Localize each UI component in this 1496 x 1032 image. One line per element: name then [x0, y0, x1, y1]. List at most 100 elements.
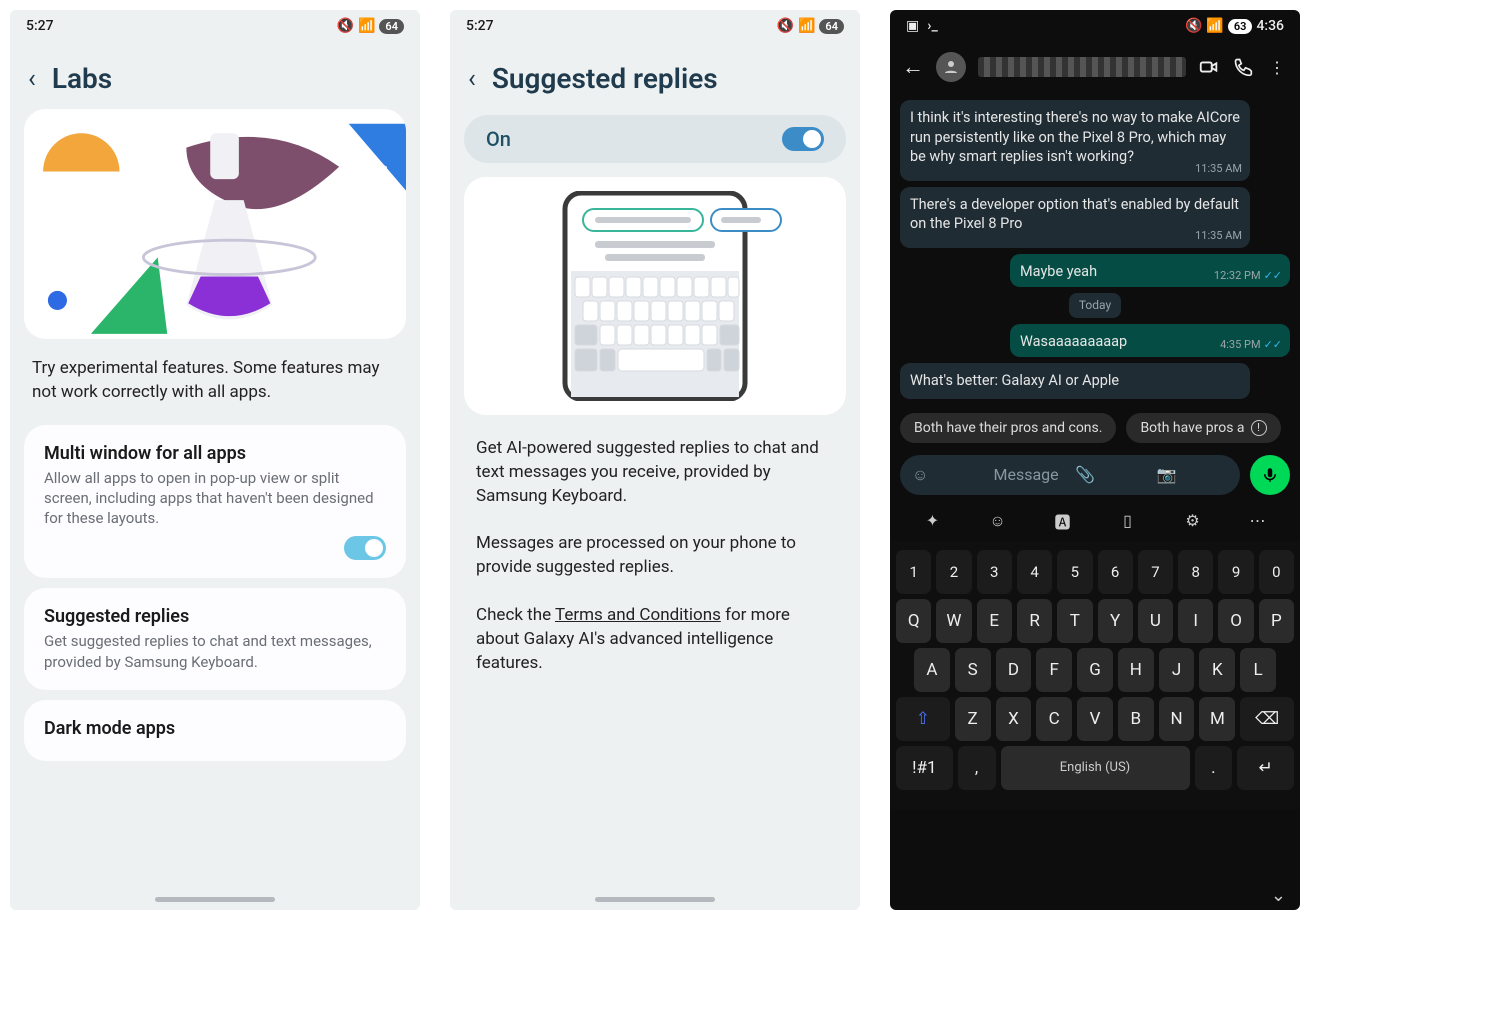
message-in[interactable]: What's better: Galaxy AI or Apple	[900, 363, 1250, 399]
key-9[interactable]: 9	[1218, 550, 1253, 594]
collapse-keyboard-icon[interactable]: ⌄	[1271, 885, 1286, 906]
battery-badge: 63	[1228, 19, 1253, 34]
key-z[interactable]: Z	[955, 697, 991, 741]
home-indicator[interactable]	[595, 897, 715, 902]
mute-icon: 🔇	[337, 18, 354, 34]
battery-badge: 64	[379, 19, 404, 34]
page-title: Labs	[52, 62, 112, 95]
key-b[interactable]: B	[1118, 697, 1154, 741]
enter-key[interactable]: ↵	[1237, 746, 1294, 790]
item-sub: Allow all apps to open in pop-up view or…	[44, 468, 386, 529]
key-n[interactable]: N	[1159, 697, 1195, 741]
key-f[interactable]: F	[1036, 648, 1072, 692]
labs-item-suggested-replies[interactable]: Suggested replies Get suggested replies …	[24, 588, 406, 690]
key-7[interactable]: 7	[1138, 550, 1173, 594]
key-c[interactable]: C	[1036, 697, 1072, 741]
space-key[interactable]: English (US)	[1001, 746, 1190, 790]
wifi-icon: 📶	[1206, 18, 1223, 34]
emoji-icon[interactable]: ☺	[986, 509, 1010, 533]
labs-item-darkmode[interactable]: Dark mode apps	[24, 700, 406, 761]
shift-key[interactable]: ⇧	[896, 697, 950, 741]
key-w[interactable]: W	[936, 599, 971, 643]
screenshot-icon: ▣	[906, 18, 919, 34]
back-icon[interactable]: ←	[902, 54, 924, 80]
key-x[interactable]: X	[996, 697, 1032, 741]
battery-badge: 64	[819, 19, 844, 34]
key-0[interactable]: 0	[1259, 550, 1294, 594]
key-d[interactable]: D	[996, 648, 1032, 692]
back-icon[interactable]: ‹	[28, 64, 36, 94]
more-icon[interactable]: ⋮	[1266, 56, 1288, 78]
key-l[interactable]: L	[1240, 648, 1276, 692]
attach-icon[interactable]: 📎	[1075, 465, 1147, 484]
wifi-icon: 📶	[358, 18, 375, 34]
clipboard-icon[interactable]: ▯	[1116, 509, 1140, 533]
terms-link[interactable]: Terms and Conditions	[555, 605, 721, 625]
paragraph-2: Messages are processed on your phone to …	[450, 520, 860, 592]
video-call-icon[interactable]	[1198, 56, 1220, 78]
status-time: 5:27	[466, 18, 494, 34]
key-3[interactable]: 3	[977, 550, 1012, 594]
avatar[interactable]	[936, 52, 966, 82]
translate-icon[interactable]: 🅰	[1051, 509, 1075, 533]
key-i[interactable]: I	[1178, 599, 1213, 643]
key-8[interactable]: 8	[1178, 550, 1213, 594]
period-key[interactable]: .	[1195, 746, 1233, 790]
key-a[interactable]: A	[914, 648, 950, 692]
key-p[interactable]: P	[1259, 599, 1294, 643]
key-k[interactable]: K	[1199, 648, 1235, 692]
symbols-key[interactable]: !#1	[896, 746, 953, 790]
key-e[interactable]: E	[977, 599, 1012, 643]
key-o[interactable]: O	[1218, 599, 1253, 643]
key-u[interactable]: U	[1138, 599, 1173, 643]
message-out[interactable]: Maybe yeah 12:32 PM✓✓	[1010, 254, 1290, 288]
chat-header: ← ⋮	[890, 42, 1300, 92]
message-in[interactable]: I think it's interesting there's no way …	[900, 100, 1250, 181]
letter-row-2: ASDFGHJKL	[896, 648, 1294, 692]
ai-icon[interactable]: ✦	[921, 509, 945, 533]
key-s[interactable]: S	[955, 648, 991, 692]
back-icon[interactable]: ‹	[468, 64, 476, 94]
suggestion-chip[interactable]: Both have their pros and cons.	[900, 413, 1116, 443]
key-t[interactable]: T	[1057, 599, 1092, 643]
labs-item-multiwindow[interactable]: Multi window for all apps Allow all apps…	[24, 425, 406, 579]
master-toggle[interactable]	[782, 127, 824, 151]
message-in[interactable]: There's a developer option that's enable…	[900, 187, 1250, 248]
key-y[interactable]: Y	[1098, 599, 1133, 643]
paragraph-1: Get AI-powered suggested replies to chat…	[450, 425, 860, 520]
key-4[interactable]: 4	[1017, 550, 1052, 594]
key-1[interactable]: 1	[896, 550, 931, 594]
camera-icon[interactable]: 📷	[1157, 465, 1229, 484]
day-separator: Today	[1069, 293, 1121, 317]
chat-body[interactable]: I think it's interesting there's no way …	[890, 92, 1300, 409]
voice-call-icon[interactable]	[1232, 56, 1254, 78]
settings-icon[interactable]: ⚙	[1181, 509, 1205, 533]
message-input[interactable]: ☺ Message 📎 📷	[900, 455, 1240, 495]
contact-name-redacted[interactable]	[978, 57, 1186, 77]
key-j[interactable]: J	[1159, 648, 1195, 692]
key-6[interactable]: 6	[1098, 550, 1133, 594]
more-icon[interactable]: ⋯	[1246, 509, 1270, 533]
key-h[interactable]: H	[1118, 648, 1154, 692]
screen-chat: ▣ ›_ 🔇 📶 63 4:36 ← ⋮ I think it's intere…	[890, 10, 1300, 910]
key-2[interactable]: 2	[936, 550, 971, 594]
key-5[interactable]: 5	[1057, 550, 1092, 594]
screen-labs: 5:27 🔇 📶 64 ‹ Labs	[10, 10, 420, 910]
message-out[interactable]: Wasaaaaaaaaap 4:35 PM✓✓	[1010, 324, 1290, 358]
mic-button[interactable]	[1250, 455, 1290, 495]
item-sub: Get suggested replies to chat and text m…	[44, 631, 386, 672]
multiwindow-toggle[interactable]	[344, 536, 386, 560]
key-q[interactable]: Q	[896, 599, 931, 643]
suggestion-chip[interactable]: Both have pros a !	[1126, 413, 1280, 443]
key-r[interactable]: R	[1017, 599, 1052, 643]
key-g[interactable]: G	[1077, 648, 1113, 692]
emoji-icon[interactable]: ☺	[912, 465, 984, 485]
key-v[interactable]: V	[1077, 697, 1113, 741]
comma-key[interactable]: ,	[958, 746, 996, 790]
key-m[interactable]: M	[1199, 697, 1235, 741]
backspace-key[interactable]: ⌫	[1240, 697, 1294, 741]
status-bar: 5:27 🔇 📶 64	[450, 10, 860, 42]
master-toggle-bar[interactable]: On	[464, 115, 846, 163]
home-indicator[interactable]	[155, 897, 275, 902]
info-icon: !	[1251, 420, 1267, 436]
